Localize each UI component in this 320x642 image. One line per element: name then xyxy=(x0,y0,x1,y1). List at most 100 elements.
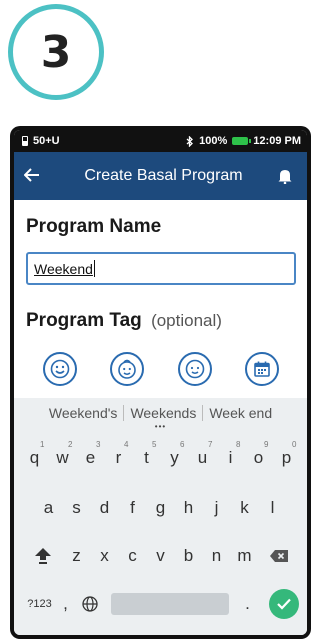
key-label: w xyxy=(56,448,69,467)
key-v[interactable]: v xyxy=(147,536,175,576)
phone-device: 50+U 100% 12:09 PM Create Basal Program xyxy=(10,126,311,639)
bluetooth-icon xyxy=(186,135,194,147)
key-f[interactable]: f xyxy=(119,488,147,528)
key-label: q xyxy=(29,448,40,467)
key-number-hint: 8 xyxy=(236,440,241,449)
key-z[interactable]: z xyxy=(63,536,91,576)
suggestion-3[interactable]: Week end xyxy=(203,405,278,421)
key-label: r xyxy=(115,448,122,467)
key-number-hint: 6 xyxy=(180,440,185,449)
key-h[interactable]: h xyxy=(175,488,203,528)
enter-key[interactable] xyxy=(268,589,299,619)
checkmark-icon xyxy=(276,598,291,610)
status-bar: 50+U 100% 12:09 PM xyxy=(14,130,307,152)
key-t[interactable]: 5t xyxy=(133,438,161,478)
shift-icon xyxy=(34,548,51,564)
text-cursor xyxy=(93,260,96,277)
suggestion-strip: Weekend's Weekends Week end ••• xyxy=(14,398,307,431)
key-y[interactable]: 6y xyxy=(161,438,189,478)
backspace-icon xyxy=(269,550,288,562)
battery-icon xyxy=(232,137,252,145)
bell-icon[interactable] xyxy=(273,168,297,184)
back-arrow-icon[interactable] xyxy=(23,165,54,188)
key-o[interactable]: 9o xyxy=(245,438,273,478)
child-face-icon xyxy=(185,359,205,379)
period-key[interactable]: . xyxy=(235,584,261,624)
app-bar: Create Basal Program xyxy=(14,152,307,200)
key-label: u xyxy=(197,448,208,467)
key-label: e xyxy=(85,448,96,467)
key-k[interactable]: k xyxy=(231,488,259,528)
tag-option-smiley[interactable] xyxy=(42,352,77,386)
program-name-label: Program Name xyxy=(26,216,162,237)
key-g[interactable]: g xyxy=(147,488,175,528)
tag-option-baby[interactable] xyxy=(110,352,145,386)
key-number-hint: 2 xyxy=(68,440,73,449)
program-tag-label: Program Tag (optional) xyxy=(26,310,222,332)
key-n[interactable]: n xyxy=(203,536,231,576)
status-right: 100% 12:09 PM xyxy=(186,135,301,147)
key-p[interactable]: 0p xyxy=(273,438,301,478)
key-label: y xyxy=(170,448,179,467)
page-title: Create Basal Program xyxy=(84,167,243,184)
key-b[interactable]: b xyxy=(175,536,203,576)
shift-key[interactable] xyxy=(23,536,63,576)
onscreen-keyboard: Weekend's Weekends Week end ••• 1q 2w 3e… xyxy=(14,398,307,635)
space-bar[interactable] xyxy=(110,593,229,615)
key-d[interactable]: d xyxy=(91,488,119,528)
program-tag-options xyxy=(26,352,296,386)
key-e[interactable]: 3e xyxy=(77,438,105,478)
symbols-key[interactable]: ?123 xyxy=(23,584,57,624)
phone-screen: 50+U 100% 12:09 PM Create Basal Program xyxy=(14,130,307,635)
key-number-hint: 9 xyxy=(264,440,269,449)
key-number-hint: 4 xyxy=(124,440,129,449)
key-label: p xyxy=(281,448,292,467)
key-j[interactable]: j xyxy=(203,488,231,528)
globe-icon xyxy=(81,596,98,612)
key-s[interactable]: s xyxy=(63,488,91,528)
key-number-hint: 7 xyxy=(208,440,213,449)
program-name-value: Weekend xyxy=(34,260,93,277)
key-u[interactable]: 7u xyxy=(189,438,217,478)
tag-option-child[interactable] xyxy=(177,352,212,386)
pod-battery-icon xyxy=(22,136,28,146)
battery-percent: 100% xyxy=(199,135,228,147)
key-l[interactable]: l xyxy=(259,488,287,528)
key-label: o xyxy=(253,448,264,467)
key-r[interactable]: 4r xyxy=(105,438,133,478)
key-x[interactable]: x xyxy=(91,536,119,576)
more-suggestions-dots[interactable]: ••• xyxy=(149,422,172,431)
keyboard-row-4: ?123 , . xyxy=(14,580,307,628)
backspace-key[interactable] xyxy=(259,536,299,576)
key-m[interactable]: m xyxy=(231,536,259,576)
key-w[interactable]: 2w xyxy=(49,438,77,478)
key-number-hint: 0 xyxy=(292,440,297,449)
comma-key[interactable]: , xyxy=(57,584,75,624)
key-number-hint: 1 xyxy=(40,440,45,449)
suggestion-2[interactable]: Weekends xyxy=(124,405,202,421)
key-a[interactable]: a xyxy=(35,488,63,528)
key-label: i xyxy=(228,448,233,467)
step-number-badge: 3 xyxy=(8,4,104,100)
status-time: 12:09 PM xyxy=(253,135,301,147)
program-tag-optional: (optional) xyxy=(151,311,222,330)
key-number-hint: 3 xyxy=(96,440,101,449)
suggestion-1[interactable]: Weekend's xyxy=(43,405,124,421)
keyboard-row-3: z x c v b n m xyxy=(14,532,307,580)
program-tag-title: Program Tag xyxy=(26,310,142,331)
status-left: 50+U xyxy=(22,135,60,147)
globe-key[interactable] xyxy=(75,584,105,624)
keyboard-row-1: 1q 2w 3e 4r 5t 6y 7u 8i 9o 0p xyxy=(14,432,307,484)
key-i[interactable]: 8i xyxy=(217,438,245,478)
smiley-face-icon xyxy=(50,359,70,379)
key-number-hint: 5 xyxy=(152,440,157,449)
baby-face-icon xyxy=(118,359,137,379)
key-q[interactable]: 1q xyxy=(21,438,49,478)
status-left-text: 50+U xyxy=(33,135,60,147)
calendar-icon xyxy=(254,361,271,377)
key-c[interactable]: c xyxy=(119,536,147,576)
program-name-input[interactable]: Weekend xyxy=(26,252,296,285)
key-label: t xyxy=(144,448,149,467)
keyboard-row-2: a s d f g h j k l xyxy=(14,484,307,532)
tag-option-calendar[interactable] xyxy=(245,352,280,386)
